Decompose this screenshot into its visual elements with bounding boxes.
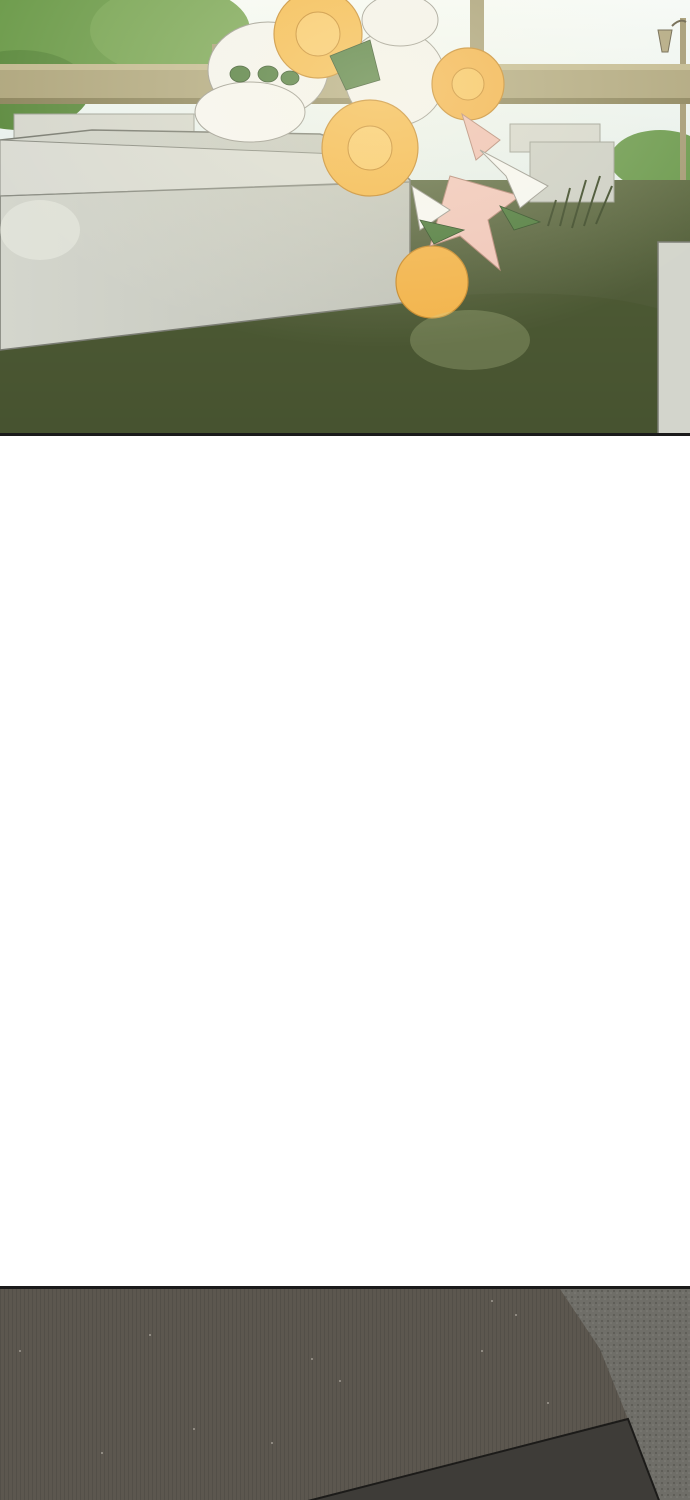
dark-ground-illustration [0, 1289, 690, 1500]
comic-page [0, 0, 690, 1500]
sunlight-overlay [0, 0, 690, 436]
bouquet-scene-illustration [0, 0, 690, 436]
panel-bouquet-scene [0, 0, 690, 436]
panel-dark-ground [0, 1286, 690, 1500]
blank-gutter [0, 436, 690, 1286]
